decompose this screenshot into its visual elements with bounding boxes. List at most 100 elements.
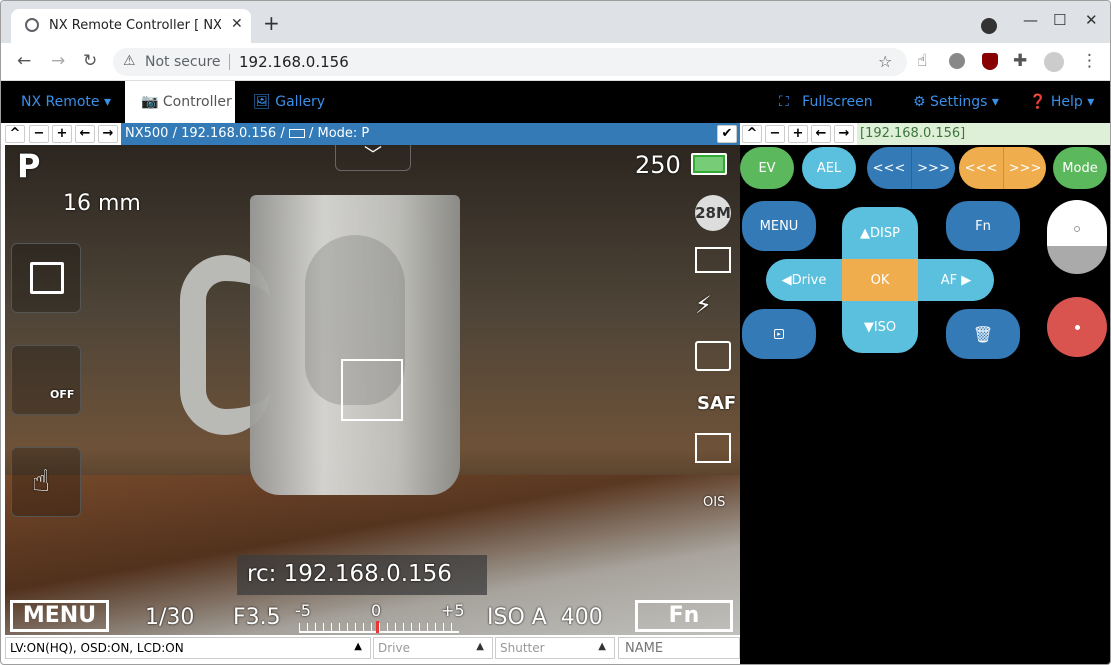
gear-icon: ⚙ <box>913 94 926 110</box>
battery-icon <box>288 129 305 138</box>
timer-off-button[interactable]: OFF <box>11 345 81 415</box>
ev-button[interactable]: EV <box>740 147 794 189</box>
url-text[interactable]: 192.168.0.156 <box>239 53 349 71</box>
profile-avatar[interactable] <box>1044 52 1064 72</box>
aspect-ratio-icon <box>695 247 731 273</box>
move-left-button[interactable]: ← <box>75 125 95 143</box>
minimize-icon[interactable]: — <box>1023 11 1038 29</box>
shutter-select[interactable]: Shutter ▲ <box>495 637 615 659</box>
right-move-right-button[interactable]: → <box>834 125 854 143</box>
puzzle-icon[interactable]: ✚ <box>1013 51 1027 71</box>
mode-button[interactable]: Mode <box>1053 147 1107 189</box>
ok-button[interactable]: OK <box>842 259 918 301</box>
question-icon: ❓ <box>1029 94 1047 110</box>
save-button[interactable] <box>11 243 81 313</box>
record-dot-icon <box>1074 324 1080 330</box>
ael-button[interactable]: AEL <box>802 147 856 189</box>
kebab-menu-icon[interactable]: ⋮ <box>1081 51 1098 71</box>
camera-lcd-view[interactable]: P 16 mm ﹀ 250 28M ⚡ SAF OIS OFF ☝ rc: 19… <box>5 145 740 635</box>
zoom-out-button[interactable]: − <box>29 125 49 143</box>
select-arrow-icon: ▲ <box>354 641 362 652</box>
maximize-icon[interactable]: ☐ <box>1053 11 1066 29</box>
nav-controller[interactable]: 📷 Controller <box>141 94 232 110</box>
separator <box>229 54 230 70</box>
new-tab-button[interactable]: + <box>263 13 280 33</box>
blue-prev-button[interactable]: <<< <box>867 147 911 189</box>
camera-path: NX500 / 192.168.0.156 / / Mode: P <box>125 126 370 141</box>
ev-scale <box>299 623 459 633</box>
fn-button[interactable]: Fn <box>946 201 1020 251</box>
ois-label: OIS <box>703 495 726 510</box>
brand-dropdown[interactable]: NX Remote ▾ <box>21 94 111 110</box>
battery-fill <box>695 157 723 171</box>
globe-icon <box>25 18 39 32</box>
menu-lcd-button[interactable]: MENU <box>10 600 109 632</box>
right-zoom-out-button[interactable]: − <box>765 125 785 143</box>
reload-icon[interactable]: ↻ <box>83 51 97 71</box>
chevron-down-icon[interactable]: ﹀ <box>335 145 411 171</box>
browser-tab[interactable]: NX Remote Controller [ NX ✕ <box>11 9 251 43</box>
play-button[interactable]: ▸ <box>742 309 816 359</box>
fullscreen-icon: ⛶ <box>779 94 789 110</box>
face-detect-icon <box>695 341 731 371</box>
timer-off-label: OFF <box>50 388 75 401</box>
ev-scale-zero: 0 <box>371 601 382 620</box>
af-label: AF <box>940 272 958 288</box>
disp-label: DISP <box>870 225 900 241</box>
image-size-badge: 28M <box>695 195 731 231</box>
disp-button[interactable]: ▲ DISP <box>842 207 918 259</box>
blue-next-button[interactable]: >>> <box>911 147 955 189</box>
back-icon[interactable]: ← <box>17 51 31 71</box>
ev-scale-minus: -5 <box>295 601 311 620</box>
flash-off-icon: ⚡ <box>695 291 712 319</box>
close-window-icon[interactable]: ✕ <box>1085 11 1098 29</box>
shutter-half-press-button[interactable] <box>1047 200 1107 274</box>
drive-label: Drive <box>791 272 827 288</box>
ev-indicator <box>376 621 379 633</box>
ublock-icon[interactable] <box>982 53 998 70</box>
ev-scale-plus: +5 <box>441 601 465 620</box>
fn-lcd-button[interactable]: Fn <box>635 600 733 632</box>
bookmark-star-icon[interactable]: ☆ <box>878 52 892 71</box>
nav-settings[interactable]: ⚙ Settings ▾ <box>913 94 999 110</box>
zoom-in-button[interactable]: + <box>52 125 72 143</box>
delete-button[interactable]: 🗑 <box>946 309 1020 359</box>
drive-select-text: Drive <box>378 641 410 655</box>
touch-af-button[interactable]: ☝ <box>11 447 81 517</box>
check-button[interactable]: ✔ <box>717 125 737 143</box>
extension-hand-icon[interactable]: ☝ <box>917 51 927 71</box>
metering-icon <box>695 433 731 463</box>
iso-button[interactable]: ▼ ISO <box>842 301 918 353</box>
right-zoom-in-button[interactable]: + <box>788 125 808 143</box>
extension-circle-icon[interactable] <box>949 53 965 69</box>
shutter-speed: 1/30 <box>145 605 195 630</box>
warning-icon: ⚠ <box>123 53 136 69</box>
shutter-full-press-button[interactable] <box>1047 297 1107 357</box>
forward-icon[interactable]: → <box>51 51 65 71</box>
nav-help[interactable]: ❓ Help ▾ <box>1029 94 1094 110</box>
right-move-left-button[interactable]: ← <box>811 125 831 143</box>
collapse-up-button[interactable]: ^ <box>5 125 25 143</box>
orange-next-button[interactable]: >>> <box>1003 147 1046 189</box>
orange-prev-button[interactable]: <<< <box>959 147 1003 189</box>
drive-button[interactable]: ◀ Drive <box>766 259 842 301</box>
shutter-select-text: Shutter <box>500 641 545 655</box>
right-collapse-up-button[interactable]: ^ <box>742 125 762 143</box>
focus-area-box[interactable] <box>341 359 403 421</box>
drive-select[interactable]: Drive ▲ <box>373 637 493 659</box>
browser-window: NX Remote Controller [ NX ✕ + — ☐ ✕ ← → … <box>0 0 1111 665</box>
name-input[interactable] <box>618 637 740 659</box>
menu-button[interactable]: MENU <box>742 201 816 251</box>
nav-gallery[interactable]: 🖼 Gallery <box>253 94 325 110</box>
af-button[interactable]: AF ▶ <box>918 259 994 301</box>
address-bar[interactable]: ⚠ Not secure 192.168.0.156 ☆ <box>113 48 907 76</box>
tab-search-icon[interactable] <box>981 18 997 34</box>
iso-value: ISO A 400 <box>487 605 603 630</box>
move-right-button[interactable]: → <box>98 125 118 143</box>
shots-remaining: 250 <box>635 151 681 179</box>
lv-status-select[interactable]: LV:ON(HQ), OSD:ON, LCD:ON ▲ <box>5 637 371 659</box>
save-icon <box>30 262 64 294</box>
left-control-bar: ^ − + ← → NX500 / 192.168.0.156 / / Mode… <box>1 123 740 145</box>
close-tab-icon[interactable]: ✕ <box>231 16 243 32</box>
nav-fullscreen[interactable]: ⛶ Fullscreen <box>779 94 873 110</box>
